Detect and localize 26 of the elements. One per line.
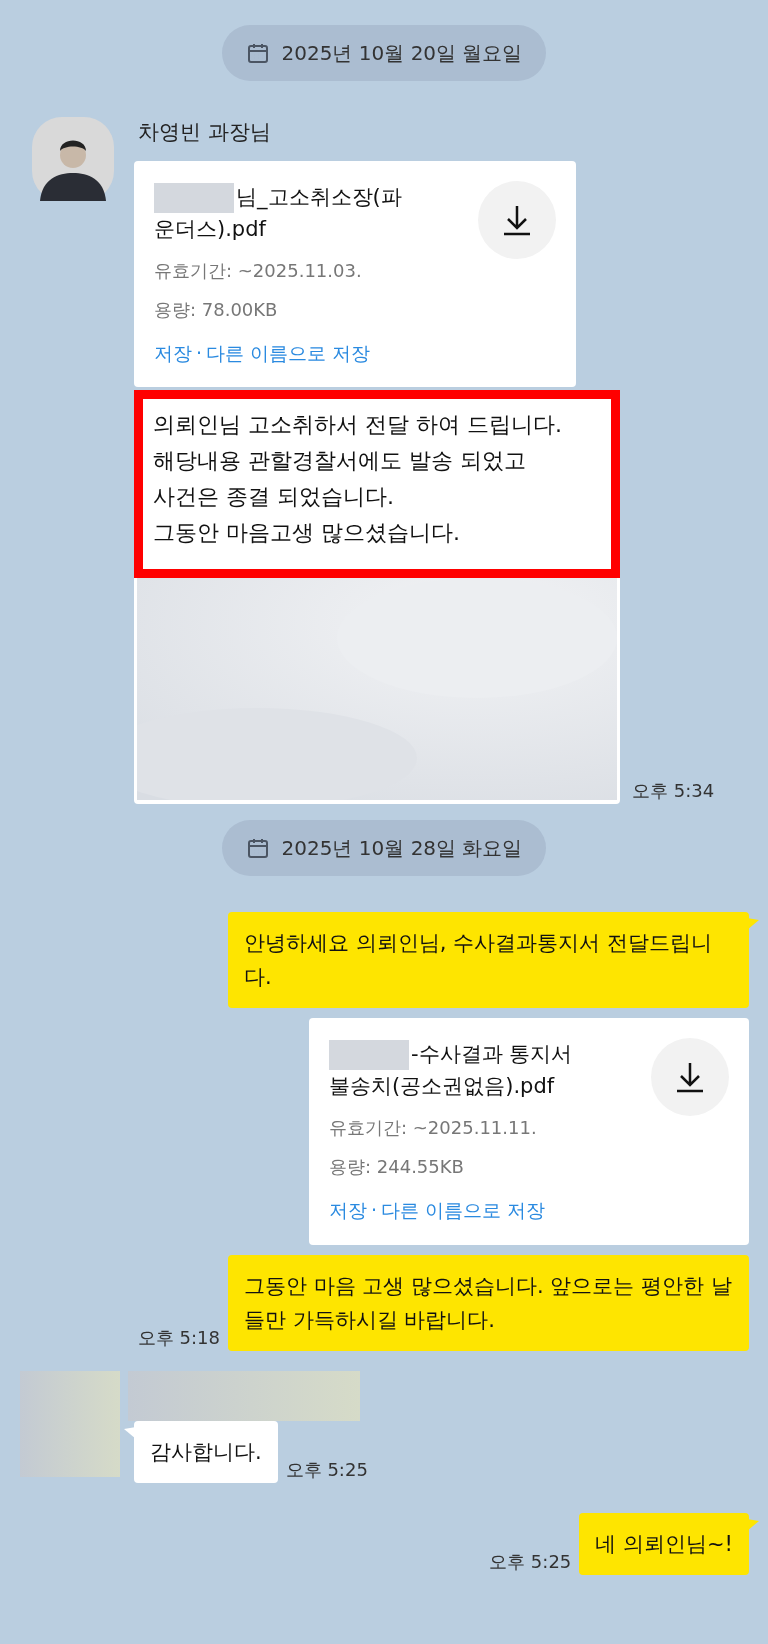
message-text: 감사합니다. bbox=[150, 1438, 262, 1466]
message-time: 오후 5:25 bbox=[285, 1457, 368, 1482]
file-name: 님_고소취소장(파운더스).pdf bbox=[154, 181, 403, 243]
date-text: 2025년 10월 28일 화요일 bbox=[281, 835, 523, 862]
file-size: 용량: 244.55KB bbox=[329, 1155, 465, 1179]
message-time: 오후 5:34 bbox=[632, 779, 715, 803]
message-text: 안녕하세요 의뢰인님, 수사결과통지서 전달드립니다. bbox=[244, 930, 713, 991]
message-text: 의뢰인님 고소취하서 전달 하여 드립니다. 해당내용 관할경찰서에도 발송 되었고 사건은 종결 되었습니다. 그동안 마음고생 많으셨습니다. bbox=[153, 411, 563, 547]
expiry-text: 유효기간: ~2025.11.11. bbox=[329, 1116, 538, 1140]
expiry-text: 유효기간: ~2025.11.03. bbox=[154, 258, 363, 283]
save-link[interactable]: 저장 bbox=[329, 1196, 367, 1225]
sender-name: 차영빈 과장님 bbox=[138, 119, 272, 146]
save-as-link[interactable]: 다른 이름으로 저장 bbox=[381, 1196, 546, 1225]
message-text: 네 의뢰인님~! bbox=[595, 1530, 733, 1558]
save-link[interactable]: 저장 bbox=[154, 338, 192, 367]
calendar-icon bbox=[245, 836, 270, 860]
link-separator: · bbox=[196, 340, 203, 366]
file-size: 용량: 78.00KB bbox=[154, 297, 279, 322]
message-time: 오후 5:25 bbox=[489, 1549, 572, 1574]
calendar-icon bbox=[245, 41, 270, 65]
message-text: 그동안 마음 고생 많으셨습니다. 앞으로는 평안한 날들만 가득하시길 바랍니다. bbox=[244, 1272, 733, 1334]
file-name: -수사결과 통지서 불송치(공소권없음).pdf bbox=[329, 1039, 574, 1100]
date-text: 2025년 10월 20일 월요일 bbox=[281, 40, 523, 67]
message-time: 오후 5:18 bbox=[137, 1325, 220, 1350]
link-separator: · bbox=[371, 1198, 378, 1223]
save-as-link[interactable]: 다른 이름으로 저장 bbox=[206, 338, 371, 367]
